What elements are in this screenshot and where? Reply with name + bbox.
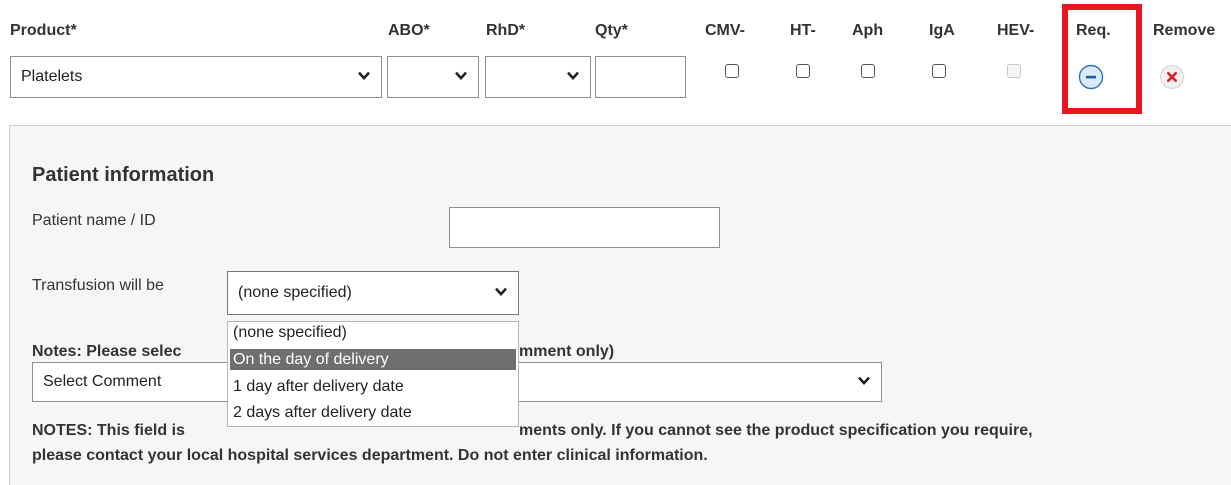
- patient-info-heading: Patient information: [32, 164, 215, 186]
- notes-label-left: Notes: Please selec: [32, 343, 182, 360]
- chevron-down-icon: [454, 69, 468, 83]
- notes-text-line2: please contact your local hospital servi…: [32, 447, 708, 464]
- header-ht: HT-: [790, 22, 816, 39]
- comment-select-value: Select Comment: [43, 373, 162, 390]
- notes-text-bold: NOTES: This field is: [32, 422, 185, 439]
- notes-text-line1: ments only. If you cannot see the produc…: [519, 422, 1033, 439]
- header-qty: Qty*: [595, 22, 628, 39]
- qty-input[interactable]: [595, 56, 686, 98]
- patient-name-input[interactable]: [449, 207, 720, 248]
- transfusion-select-value: (none specified): [238, 284, 352, 301]
- dropdown-option[interactable]: 1 day after delivery date: [230, 376, 516, 397]
- product-select[interactable]: Platelets: [10, 56, 382, 98]
- chevron-down-icon: [494, 285, 508, 299]
- header-hev: HEV-: [997, 22, 1035, 39]
- dropdown-option[interactable]: 2 days after delivery date: [230, 402, 516, 423]
- chevron-down-icon: [857, 374, 871, 388]
- header-product: Product*: [10, 22, 77, 39]
- notes-label-right: mment only): [519, 343, 615, 360]
- header-aph: Aph: [852, 22, 884, 39]
- header-remove: Remove: [1153, 22, 1216, 39]
- chevron-down-icon: [357, 69, 371, 83]
- header-cmv: CMV-: [705, 22, 745, 39]
- ht-checkbox[interactable]: [796, 64, 810, 78]
- transfusion-dropdown-list: (none specified) On the day of delivery …: [227, 321, 519, 427]
- chevron-down-icon: [566, 69, 580, 83]
- header-abo: ABO*: [388, 22, 430, 39]
- product-select-value: Platelets: [21, 68, 83, 85]
- dropdown-option[interactable]: (none specified): [230, 322, 516, 343]
- hev-checkbox: [1007, 64, 1021, 78]
- header-iga: IgA: [929, 22, 955, 39]
- req-highlight-box: [1062, 4, 1142, 114]
- iga-checkbox[interactable]: [932, 64, 946, 78]
- transfusion-label: Transfusion will be: [32, 277, 164, 294]
- cmv-checkbox[interactable]: [725, 64, 739, 78]
- minus-circle-icon[interactable]: [1078, 64, 1104, 95]
- transfusion-select[interactable]: (none specified): [227, 271, 519, 315]
- header-rhd: RhD*: [486, 22, 526, 39]
- patient-name-label: Patient name / ID: [32, 212, 156, 229]
- close-x-icon[interactable]: [1159, 64, 1185, 95]
- aph-checkbox[interactable]: [861, 64, 875, 78]
- abo-select[interactable]: [387, 56, 479, 98]
- dropdown-option-highlighted[interactable]: On the day of delivery: [230, 349, 516, 370]
- rhd-select[interactable]: [485, 56, 591, 98]
